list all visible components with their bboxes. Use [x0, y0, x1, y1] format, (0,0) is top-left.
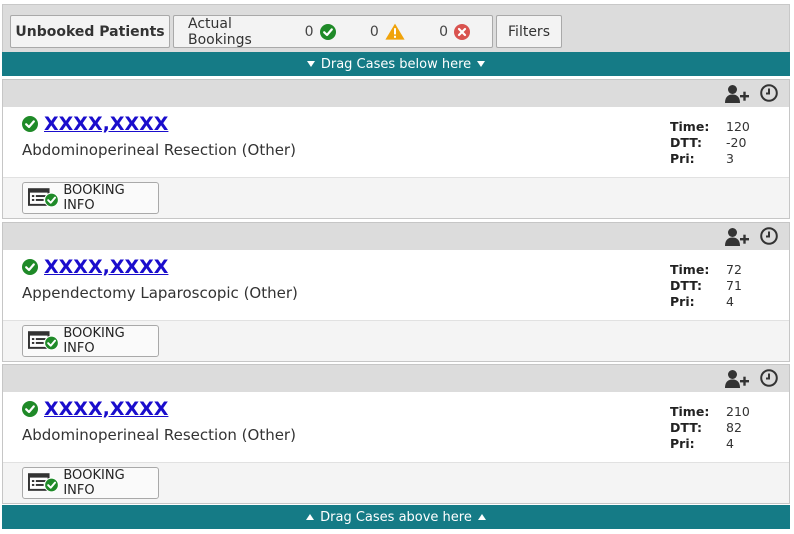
booking-info-label: BOOKING INFO: [63, 468, 125, 498]
dtt-label: DTT:: [670, 278, 703, 293]
time-value: 120: [726, 119, 750, 134]
case-stats: Time: 210 DTT: 82 Pri: 4: [670, 404, 750, 452]
booking-info-button[interactable]: BOOKING INFO: [22, 325, 159, 357]
booking-info-button[interactable]: BOOKING INFO: [22, 182, 159, 214]
priority-value: 3: [726, 151, 734, 166]
error-count-value: 0: [439, 23, 448, 40]
case-card[interactable]: XXXX,XXXX Abdominoperineal Resection (Ot…: [2, 364, 790, 504]
procedure-text: Abdominoperineal Resection (Other): [22, 141, 296, 159]
tab-actual-label: Actual Bookings: [188, 15, 252, 48]
case-card-header: [3, 80, 789, 107]
case-stats: Time: 120 DTT: -20 Pri: 3: [670, 119, 750, 167]
dtt-value: -20: [726, 135, 747, 150]
priority-value: 4: [726, 294, 734, 309]
filters-label: Filters: [508, 23, 550, 40]
dtt-label: DTT:: [670, 420, 703, 435]
check-circle-icon: [22, 259, 38, 275]
list-check-icon: [28, 188, 59, 208]
time-value: 210: [726, 404, 750, 419]
check-circle-icon: [319, 23, 336, 40]
time-label: Time:: [670, 404, 710, 419]
tab-actual-bookings[interactable]: Actual Bookings 0 0 0: [173, 15, 493, 48]
filters-button[interactable]: Filters: [496, 15, 562, 48]
tab-unbooked-patients[interactable]: Unbooked Patients: [10, 15, 170, 48]
patient-name-link[interactable]: XXXX,XXXX: [44, 113, 168, 135]
warning-count-value: 0: [369, 23, 379, 40]
time-value: 72: [726, 262, 742, 277]
check-circle-icon: [22, 401, 38, 417]
case-card-footer: BOOKING INFO: [3, 463, 789, 503]
case-card-header: [3, 365, 789, 392]
triangle-down-icon: [477, 61, 486, 67]
priority-value: 4: [726, 436, 734, 451]
drag-below-label: Drag Cases below here: [320, 56, 472, 72]
patient-name-row: XXXX,XXXX: [22, 256, 168, 278]
add-person-icon[interactable]: [725, 227, 749, 251]
clock-icon[interactable]: [760, 369, 778, 391]
dtt-label: DTT:: [670, 135, 703, 150]
priority-label: Pri:: [670, 294, 695, 309]
patient-name-row: XXXX,XXXX: [22, 113, 168, 135]
procedure-text: Abdominoperineal Resection (Other): [22, 426, 296, 444]
tab-bar: Unbooked Patients Actual Bookings 0 0 0 …: [2, 4, 790, 52]
triangle-down-icon: [306, 61, 315, 67]
drag-drop-zone-bottom[interactable]: Drag Cases above here: [2, 505, 790, 529]
ok-count-value: 0: [304, 23, 314, 40]
booking-info-label: BOOKING INFO: [63, 183, 125, 213]
error-count: 0: [439, 23, 470, 40]
case-card-header: [3, 223, 789, 250]
clock-icon[interactable]: [760, 84, 778, 106]
warning-count: 0: [370, 23, 405, 40]
add-person-icon[interactable]: [725, 369, 749, 393]
procedure-text: Appendectomy Laparoscopic (Other): [22, 284, 298, 302]
tab-unbooked-label: Unbooked Patients: [15, 23, 165, 40]
patient-name-link[interactable]: XXXX,XXXX: [44, 398, 168, 420]
triangle-up-icon: [306, 514, 315, 520]
patient-name-row: XXXX,XXXX: [22, 398, 168, 420]
triangle-up-icon: [477, 514, 486, 520]
priority-label: Pri:: [670, 436, 695, 451]
add-person-icon[interactable]: [725, 84, 749, 108]
drag-above-label: Drag Cases above here: [320, 509, 472, 525]
patient-name-link[interactable]: XXXX,XXXX: [44, 256, 168, 278]
dtt-value: 71: [726, 278, 742, 293]
time-label: Time:: [670, 119, 710, 134]
case-card-body: XXXX,XXXX Abdominoperineal Resection (Ot…: [3, 392, 789, 463]
case-card[interactable]: XXXX,XXXX Appendectomy Laparoscopic (Oth…: [2, 222, 790, 362]
case-card-footer: BOOKING INFO: [3, 321, 789, 361]
case-card[interactable]: XXXX,XXXX Abdominoperineal Resection (Ot…: [2, 79, 790, 219]
case-card-body: XXXX,XXXX Appendectomy Laparoscopic (Oth…: [3, 250, 789, 321]
list-check-icon: [28, 331, 59, 351]
x-circle-icon: [454, 23, 470, 40]
case-card-body: XXXX,XXXX Abdominoperineal Resection (Ot…: [3, 107, 789, 178]
booking-info-button[interactable]: BOOKING INFO: [22, 467, 159, 499]
clock-icon[interactable]: [760, 227, 778, 249]
ok-count: 0: [304, 23, 336, 40]
case-stats: Time: 72 DTT: 71 Pri: 4: [670, 262, 742, 310]
dtt-value: 82: [726, 420, 742, 435]
priority-label: Pri:: [670, 151, 695, 166]
booking-info-label: BOOKING INFO: [63, 326, 125, 356]
list-check-icon: [28, 473, 59, 493]
case-card-footer: BOOKING INFO: [3, 178, 789, 218]
time-label: Time:: [670, 262, 710, 277]
check-circle-icon: [22, 116, 38, 132]
drag-drop-zone-top[interactable]: Drag Cases below here: [2, 52, 790, 76]
warning-icon: [385, 23, 405, 40]
